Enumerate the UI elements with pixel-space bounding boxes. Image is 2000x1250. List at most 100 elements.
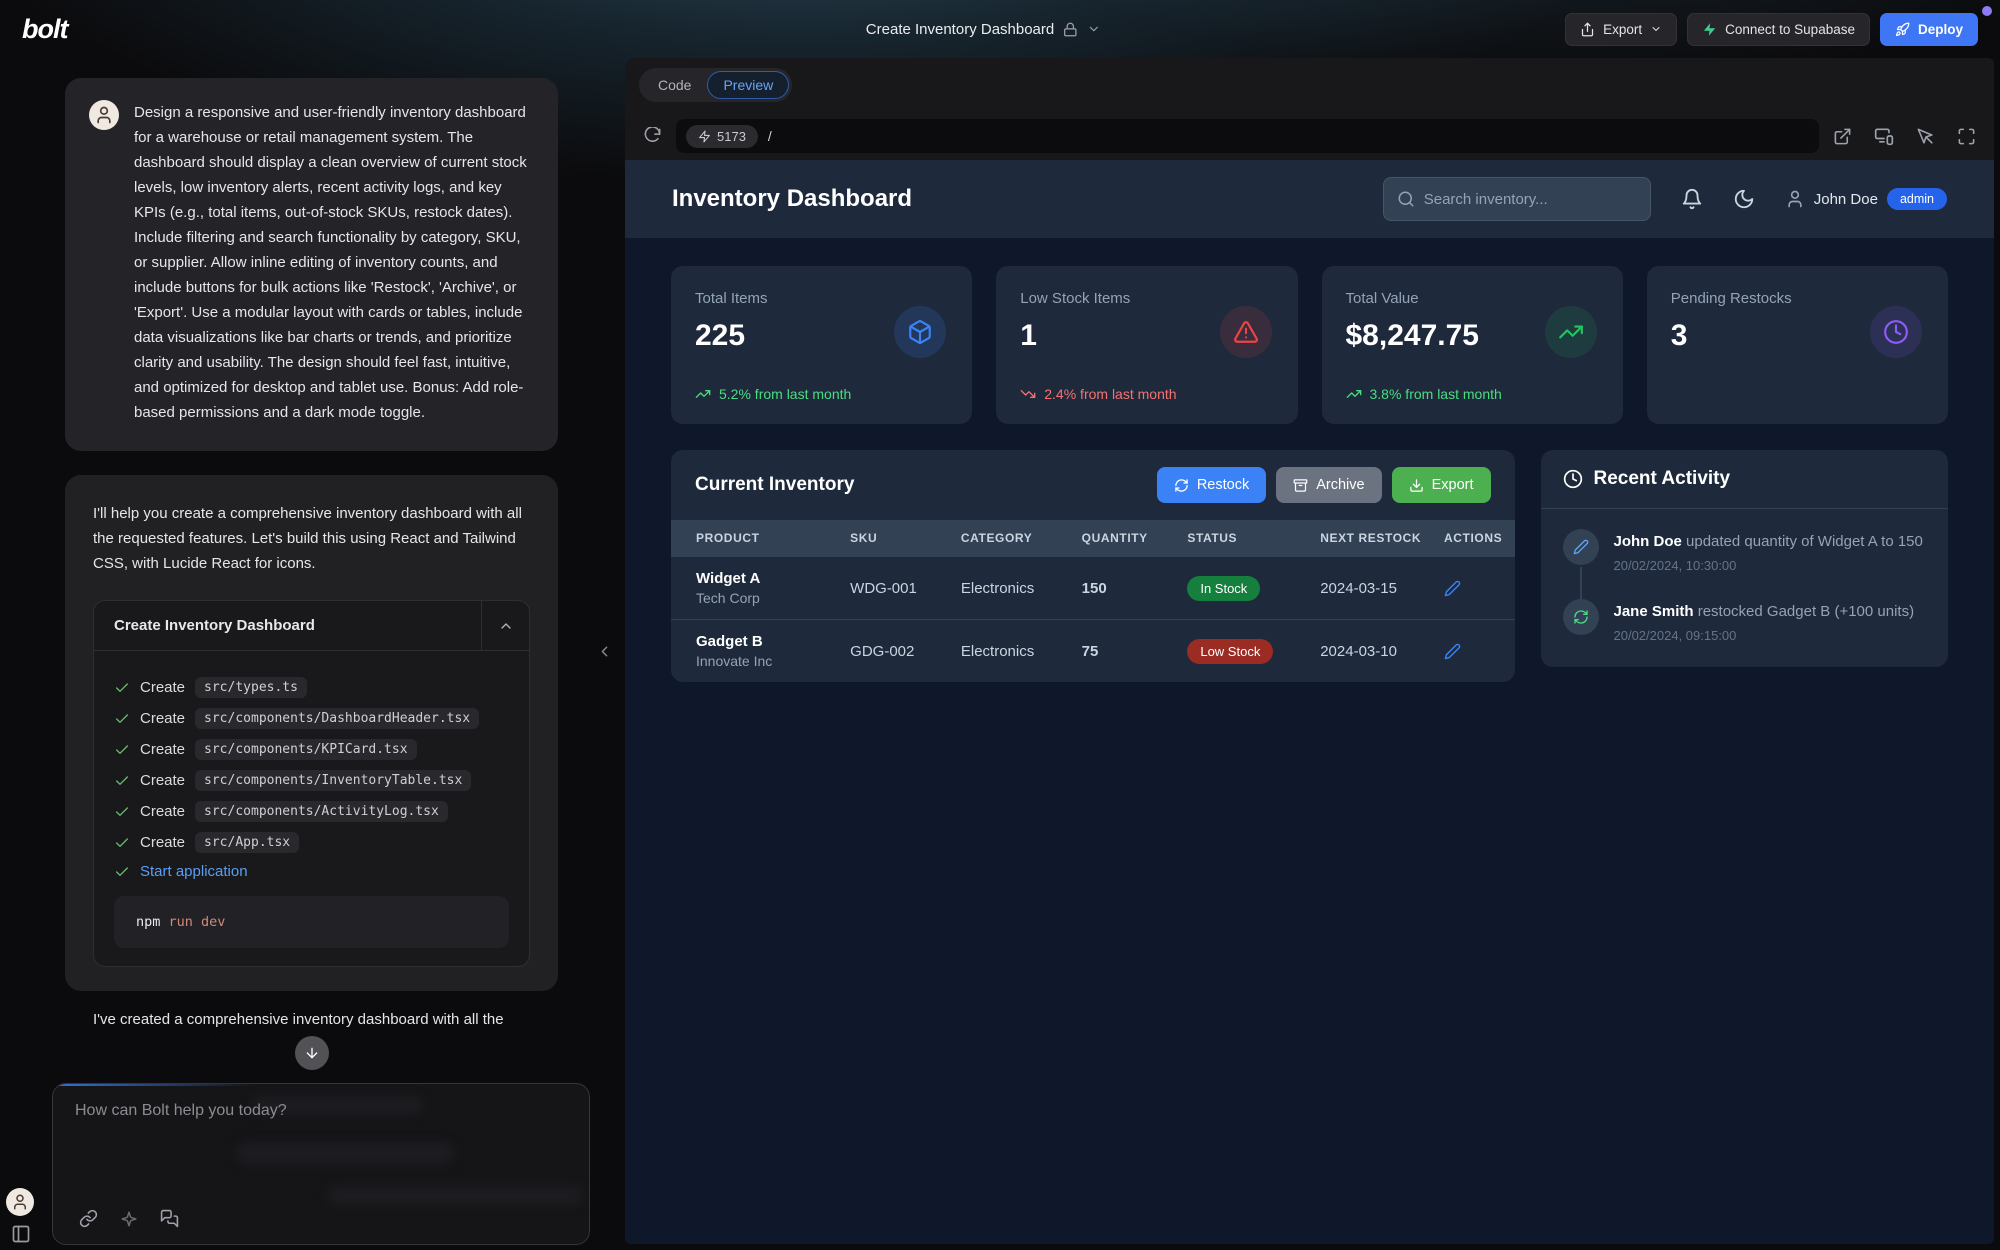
upload-icon bbox=[1580, 22, 1595, 37]
fullscreen-icon[interactable] bbox=[1957, 127, 1976, 146]
connect-supabase-button[interactable]: Connect to Supabase bbox=[1687, 13, 1870, 46]
trending-up-icon bbox=[1346, 386, 1362, 402]
clock-icon bbox=[1870, 306, 1922, 358]
chat-mode-icon[interactable] bbox=[160, 1209, 179, 1228]
start-application-link[interactable]: Start application bbox=[140, 863, 248, 880]
supabase-bolt-icon bbox=[1702, 22, 1717, 37]
user-avatar bbox=[89, 100, 119, 130]
edit-icon[interactable] bbox=[1444, 643, 1501, 660]
trending-down-icon bbox=[1020, 386, 1036, 402]
account-avatar[interactable] bbox=[6, 1188, 34, 1216]
chevron-down-icon bbox=[1650, 23, 1662, 35]
role-badge: admin bbox=[1887, 188, 1947, 210]
task-item: Create src/components/ActivityLog.tsx bbox=[114, 801, 509, 822]
check-icon bbox=[114, 742, 130, 758]
collapse-task-card-button[interactable] bbox=[481, 601, 529, 650]
plug-icon bbox=[698, 130, 711, 143]
url-path: / bbox=[768, 128, 772, 144]
archive-icon bbox=[1293, 478, 1308, 493]
export-button[interactable]: Export bbox=[1565, 13, 1677, 46]
check-icon bbox=[114, 711, 130, 727]
url-field[interactable]: 5173 / bbox=[676, 119, 1819, 153]
kpi-card-total-value: Total Value $8,247.75 3.8% from last mon… bbox=[1322, 266, 1623, 424]
user-icon bbox=[1785, 189, 1805, 209]
archive-button[interactable]: Archive bbox=[1276, 467, 1381, 503]
restock-button[interactable]: Restock bbox=[1157, 467, 1266, 503]
check-icon bbox=[114, 804, 130, 820]
file-pill[interactable]: src/types.ts bbox=[195, 677, 307, 698]
open-external-icon[interactable] bbox=[1833, 127, 1852, 146]
chevron-down-icon[interactable] bbox=[1087, 22, 1101, 36]
dark-mode-moon-icon[interactable] bbox=[1733, 188, 1755, 210]
user-message-card: Design a responsive and user-friendly in… bbox=[65, 78, 558, 451]
preview-frame: Inventory Dashboard John Doe admin Total… bbox=[625, 160, 1994, 1244]
assistant-outro-text: I've created a comprehensive inventory d… bbox=[93, 1007, 545, 1032]
chat-input-field[interactable] bbox=[75, 1102, 555, 1192]
status-badge: Low Stock bbox=[1187, 639, 1273, 664]
file-pill[interactable]: src/components/InventoryTable.tsx bbox=[195, 770, 471, 791]
assistant-message-card: I'll help you create a comprehensive inv… bbox=[65, 475, 558, 991]
attach-link-icon[interactable] bbox=[79, 1209, 98, 1228]
deploy-button[interactable]: Deploy bbox=[1880, 13, 1978, 46]
task-card-title: Create Inventory Dashboard bbox=[94, 601, 481, 650]
collapse-chat-panel-button[interactable] bbox=[596, 643, 613, 660]
check-icon bbox=[114, 835, 130, 851]
check-icon bbox=[114, 864, 130, 880]
start-application-item: Start application bbox=[114, 863, 509, 880]
task-item: Create src/components/KPICard.tsx bbox=[114, 739, 509, 760]
user-message-text: Design a responsive and user-friendly in… bbox=[134, 100, 534, 425]
dashboard-title: Inventory Dashboard bbox=[672, 185, 912, 213]
inventory-title: Current Inventory bbox=[695, 474, 854, 496]
project-title: Create Inventory Dashboard bbox=[866, 21, 1054, 38]
export-csv-button[interactable]: Export bbox=[1392, 467, 1491, 503]
bell-icon[interactable] bbox=[1681, 188, 1703, 210]
user-menu[interactable]: John Doe admin bbox=[1785, 188, 1947, 210]
alert-triangle-icon bbox=[1220, 306, 1272, 358]
table-header-row: Product SKU Category Quantity Status Nex… bbox=[671, 520, 1515, 557]
search-box[interactable] bbox=[1383, 177, 1651, 221]
restock-icon bbox=[1563, 599, 1599, 635]
task-card: Create Inventory Dashboard Create src/ty… bbox=[93, 600, 530, 967]
search-input[interactable] bbox=[1424, 191, 1624, 208]
bolt-logo[interactable]: bolt bbox=[22, 14, 67, 45]
activity-title: Recent Activity bbox=[1594, 468, 1731, 490]
assistant-intro-text: I'll help you create a comprehensive inv… bbox=[93, 501, 530, 576]
download-icon bbox=[1409, 478, 1424, 493]
task-item: Create src/App.tsx bbox=[114, 832, 509, 853]
scroll-to-bottom-button[interactable] bbox=[295, 1036, 329, 1070]
check-icon bbox=[114, 680, 130, 696]
inspector-cursor-icon[interactable] bbox=[1916, 127, 1935, 146]
responsive-devices-icon[interactable] bbox=[1874, 126, 1894, 146]
view-tabbar: Code Preview bbox=[625, 58, 1994, 112]
port-pill[interactable]: 5173 bbox=[686, 125, 758, 148]
file-pill[interactable]: src/App.tsx bbox=[195, 832, 299, 853]
tab-code[interactable]: Code bbox=[642, 71, 707, 99]
sidebar-toggle-icon[interactable] bbox=[11, 1224, 31, 1244]
task-item: Create src/types.ts bbox=[114, 677, 509, 698]
chat-input-box[interactable] bbox=[52, 1083, 590, 1245]
package-icon bbox=[894, 306, 946, 358]
sparkles-icon[interactable] bbox=[120, 1210, 138, 1228]
table-row: Widget A Tech Corp WDG-001 Electronics 1… bbox=[671, 557, 1515, 620]
user-name: John Doe bbox=[1814, 191, 1878, 208]
status-dot bbox=[1982, 6, 1992, 16]
file-pill[interactable]: src/components/KPICard.tsx bbox=[195, 739, 417, 760]
task-item: Create src/components/InventoryTable.tsx bbox=[114, 770, 509, 791]
project-title-wrap[interactable]: Create Inventory Dashboard bbox=[866, 21, 1101, 38]
chat-panel: Design a responsive and user-friendly in… bbox=[0, 58, 625, 1250]
edit-icon[interactable] bbox=[1444, 580, 1501, 597]
activity-item: Jane Smith restocked Gadget B (+100 unit… bbox=[1563, 599, 1926, 643]
check-icon bbox=[114, 773, 130, 789]
trending-up-icon bbox=[695, 386, 711, 402]
lock-icon bbox=[1063, 22, 1078, 37]
edit-icon bbox=[1563, 529, 1599, 565]
kpi-grid: Total Items 225 5.2% from last month Low… bbox=[671, 266, 1948, 424]
current-inventory-card: Current Inventory Restock Archive bbox=[671, 450, 1515, 682]
file-pill[interactable]: src/components/DashboardHeader.tsx bbox=[195, 708, 479, 729]
file-pill[interactable]: src/components/ActivityLog.tsx bbox=[195, 801, 448, 822]
tab-preview[interactable]: Preview bbox=[707, 71, 789, 99]
inventory-table: Product SKU Category Quantity Status Nex… bbox=[671, 520, 1515, 682]
task-item: Create src/components/DashboardHeader.ts… bbox=[114, 708, 509, 729]
workbench-panel: Code Preview 5173 / Inventory Dashboard bbox=[625, 58, 1994, 1244]
reload-icon[interactable] bbox=[643, 127, 662, 146]
